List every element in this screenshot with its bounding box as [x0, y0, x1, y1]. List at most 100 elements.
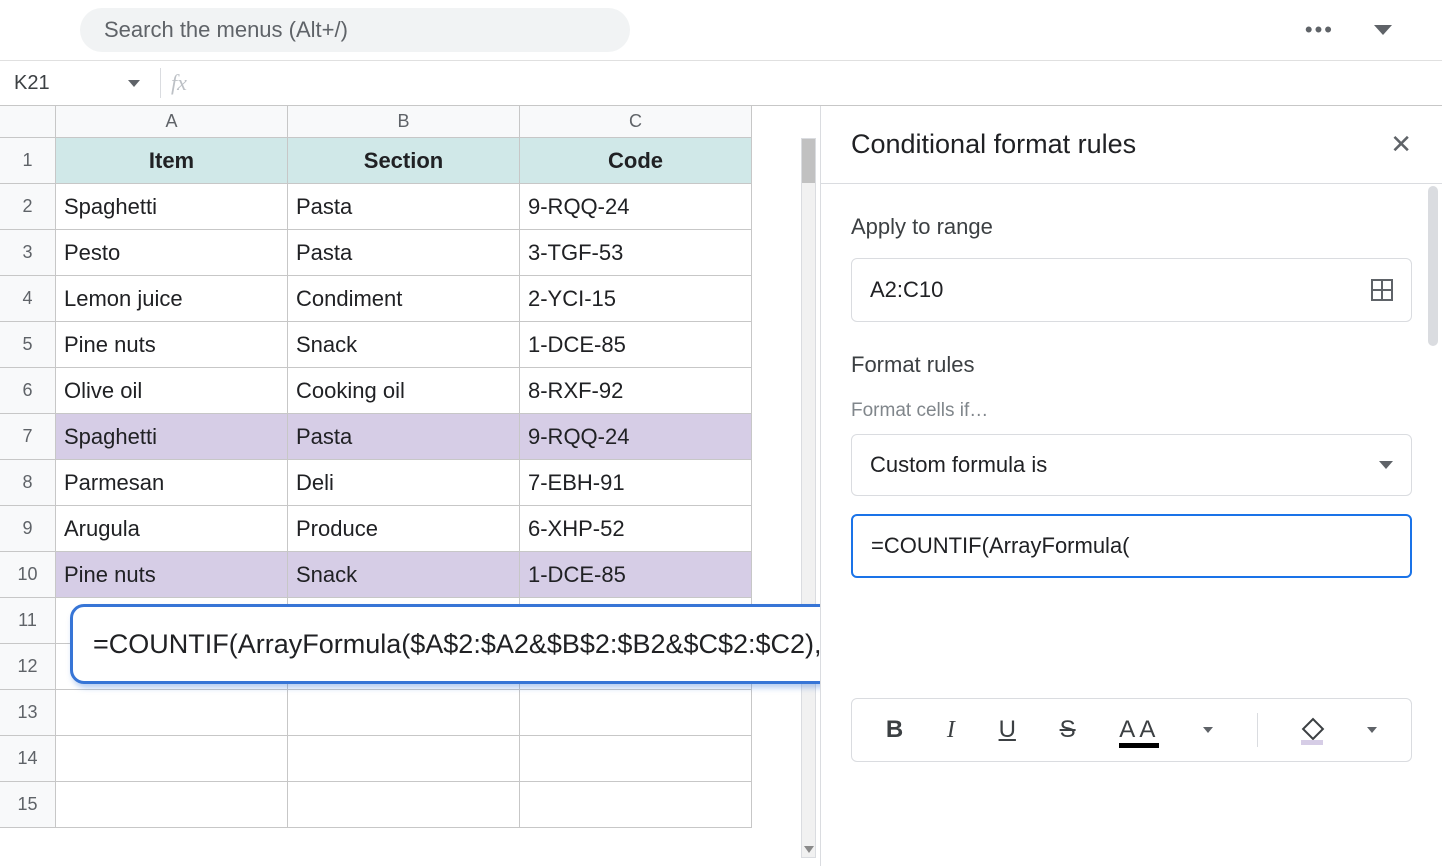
cell[interactable]: Arugula: [56, 506, 288, 552]
panel-scrollbar[interactable]: [1428, 186, 1438, 346]
row-header[interactable]: 15: [0, 782, 56, 828]
cell[interactable]: 9-RQQ-24: [520, 184, 752, 230]
scrollbar-thumb[interactable]: [802, 139, 815, 183]
row-header[interactable]: 2: [0, 184, 56, 230]
row-header[interactable]: 12: [0, 644, 56, 690]
spreadsheet-grid[interactable]: A B C 1ItemSectionCode2SpaghettiPasta9-R…: [0, 106, 820, 828]
cell[interactable]: Snack: [288, 322, 520, 368]
bold-button[interactable]: B: [886, 716, 903, 744]
row-header[interactable]: 13: [0, 690, 56, 736]
table-row: 5Pine nutsSnack1-DCE-85: [0, 322, 820, 368]
text-color-button[interactable]: A A A: [1119, 716, 1159, 744]
cell[interactable]: [288, 690, 520, 736]
row-header[interactable]: 6: [0, 368, 56, 414]
cell[interactable]: 6-XHP-52: [520, 506, 752, 552]
header-cell-item[interactable]: Item: [56, 138, 288, 184]
table-row: 13: [0, 690, 820, 736]
apply-range-input[interactable]: A2:C10: [851, 258, 1412, 322]
col-header-B[interactable]: B: [288, 106, 520, 138]
cell[interactable]: Deli: [288, 460, 520, 506]
cell[interactable]: Pine nuts: [56, 552, 288, 598]
cell[interactable]: Parmesan: [56, 460, 288, 506]
menu-search-placeholder: Search the menus (Alt+/): [104, 17, 348, 43]
cell[interactable]: [520, 690, 752, 736]
cell[interactable]: 1-DCE-85: [520, 552, 752, 598]
select-all-corner[interactable]: [0, 106, 56, 138]
custom-formula-value: =COUNTIF(ArrayFormula(: [871, 533, 1130, 559]
row-header[interactable]: 7: [0, 414, 56, 460]
cell[interactable]: [288, 736, 520, 782]
cell[interactable]: [520, 736, 752, 782]
condition-value: Custom formula is: [870, 452, 1047, 478]
cell[interactable]: 7-EBH-91: [520, 460, 752, 506]
row-header[interactable]: 1: [0, 138, 56, 184]
row-header[interactable]: 14: [0, 736, 56, 782]
cell[interactable]: Spaghetti: [56, 184, 288, 230]
cell[interactable]: 8-RXF-92: [520, 368, 752, 414]
cell[interactable]: [288, 782, 520, 828]
cell[interactable]: [56, 690, 288, 736]
strikethrough-button[interactable]: S: [1060, 716, 1076, 744]
cell[interactable]: 3-TGF-53: [520, 230, 752, 276]
fill-color-button[interactable]: [1301, 721, 1323, 739]
row-header[interactable]: 10: [0, 552, 56, 598]
row-header[interactable]: 3: [0, 230, 56, 276]
name-box[interactable]: K21: [0, 61, 150, 105]
range-value: A2:C10: [870, 277, 943, 303]
toolbar-overflow-group: •••: [1305, 17, 1392, 43]
cell[interactable]: Lemon juice: [56, 276, 288, 322]
col-header-C[interactable]: C: [520, 106, 752, 138]
cell[interactable]: 2-YCI-15: [520, 276, 752, 322]
cell[interactable]: Cooking oil: [288, 368, 520, 414]
table-row: 7SpaghettiPasta9-RQQ-24: [0, 414, 820, 460]
row-header[interactable]: 9: [0, 506, 56, 552]
cell[interactable]: Condiment: [288, 276, 520, 322]
formula-callout: =COUNTIF(ArrayFormula($A$2:$A2&$B$2:$B2&…: [70, 604, 820, 684]
cell[interactable]: [520, 782, 752, 828]
vertical-scrollbar[interactable]: [801, 138, 816, 858]
text-color-dropdown-icon[interactable]: [1203, 727, 1213, 733]
menu-search[interactable]: Search the menus (Alt+/): [80, 8, 630, 52]
close-icon[interactable]: ✕: [1390, 129, 1412, 160]
custom-formula-input[interactable]: =COUNTIF(ArrayFormula(: [851, 514, 1412, 578]
dropdown-arrow-icon: [1379, 461, 1393, 469]
fx-icon: fx: [171, 70, 187, 96]
row-header[interactable]: 5: [0, 322, 56, 368]
cell[interactable]: Spaghetti: [56, 414, 288, 460]
main-area: A B C 1ItemSectionCode2SpaghettiPasta9-R…: [0, 106, 1442, 866]
cell[interactable]: Pesto: [56, 230, 288, 276]
scroll-down-arrow-icon[interactable]: [804, 846, 814, 853]
underline-button[interactable]: U: [999, 716, 1016, 744]
fill-bucket-icon: [1301, 721, 1323, 739]
condition-select[interactable]: Custom formula is: [851, 434, 1412, 496]
cell[interactable]: Pine nuts: [56, 322, 288, 368]
cell[interactable]: Pasta: [288, 230, 520, 276]
cell[interactable]: 9-RQQ-24: [520, 414, 752, 460]
formula-bar-input[interactable]: [187, 61, 1442, 105]
col-header-A[interactable]: A: [56, 106, 288, 138]
table-row: 4Lemon juiceCondiment2-YCI-15: [0, 276, 820, 322]
cell[interactable]: 1-DCE-85: [520, 322, 752, 368]
table-row: 15: [0, 782, 820, 828]
row-header[interactable]: 8: [0, 460, 56, 506]
cell[interactable]: Produce: [288, 506, 520, 552]
italic-button[interactable]: I: [947, 717, 955, 744]
row-header[interactable]: 4: [0, 276, 56, 322]
table-row: 2SpaghettiPasta9-RQQ-24: [0, 184, 820, 230]
cell[interactable]: Snack: [288, 552, 520, 598]
header-cell-code[interactable]: Code: [520, 138, 752, 184]
more-icon[interactable]: •••: [1305, 17, 1334, 43]
chevron-down-icon[interactable]: [1374, 25, 1392, 35]
select-range-icon[interactable]: [1371, 279, 1393, 301]
row-header[interactable]: 11: [0, 598, 56, 644]
cell[interactable]: Pasta: [288, 414, 520, 460]
header-cell-section[interactable]: Section: [288, 138, 520, 184]
cell[interactable]: [56, 782, 288, 828]
apply-to-range-label: Apply to range: [851, 214, 1412, 240]
sheet-area: A B C 1ItemSectionCode2SpaghettiPasta9-R…: [0, 106, 820, 866]
formula-callout-text: =COUNTIF(ArrayFormula($A$2:$A2&$B$2:$B2&…: [93, 629, 820, 660]
cell[interactable]: [56, 736, 288, 782]
cell[interactable]: Olive oil: [56, 368, 288, 414]
cell[interactable]: Pasta: [288, 184, 520, 230]
fill-color-dropdown-icon[interactable]: [1367, 727, 1377, 733]
